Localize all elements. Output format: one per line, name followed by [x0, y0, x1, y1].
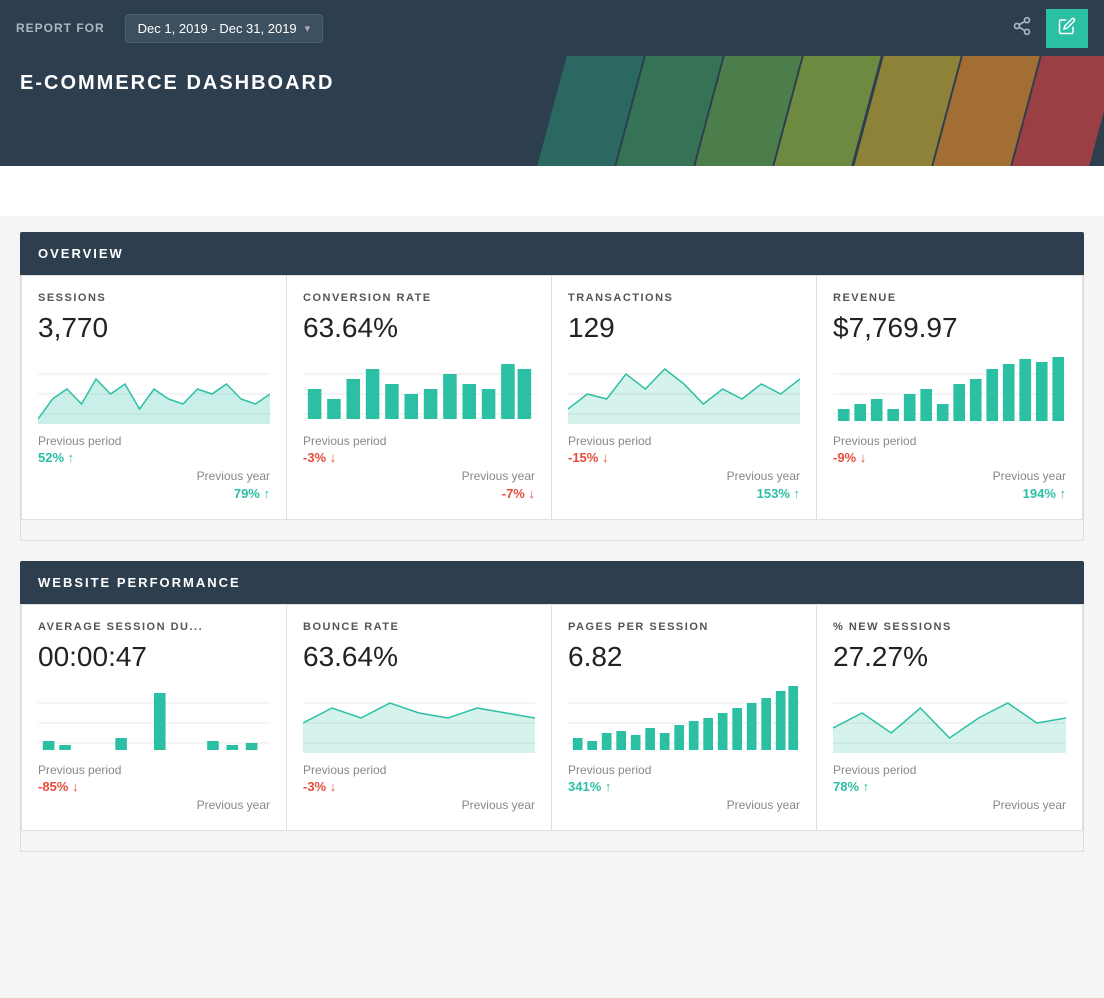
share-button[interactable]: [1006, 10, 1038, 47]
revenue-label: REVENUE: [833, 292, 1066, 304]
website-performance-cards-grid: AVERAGE SESSION DU... 00:00:47: [21, 604, 1083, 831]
sessions-prev-period-label: Previous period: [38, 434, 270, 448]
revenue-prev-year-row: Previous year 194%: [833, 467, 1066, 503]
transactions-prev-year-value: 153%: [757, 486, 800, 501]
transactions-prev-period-label: Previous period: [568, 434, 800, 448]
revenue-period-row: Previous period -9%: [833, 434, 1066, 465]
sessions-prev-year-label: Previous year: [197, 469, 270, 483]
sessions-label: SESSIONS: [38, 292, 270, 304]
avg-session-dur-value: 00:00:47: [38, 641, 270, 673]
transactions-prev-period-value: -15%: [568, 450, 800, 465]
bounce-rate-label: BOUNCE RATE: [303, 621, 535, 633]
pages-per-session-label: PAGES PER SESSION: [568, 621, 800, 633]
revenue-value: $7,769.97: [833, 312, 1066, 344]
avg-session-dur-prev-year-label: Previous year: [197, 798, 270, 812]
revenue-chart: [833, 354, 1066, 424]
bounce-rate-value: 63.64%: [303, 641, 535, 673]
sessions-prev-year-row: Previous year 79%: [38, 467, 270, 503]
transactions-period-row: Previous period -15%: [568, 434, 800, 465]
conversion-prev-year-row: Previous year -7%: [303, 467, 535, 503]
date-range-selector[interactable]: Dec 1, 2019 - Dec 31, 2019 ▾: [125, 14, 324, 43]
transactions-card: TRANSACTIONS 129 Previous period: [552, 276, 817, 519]
dashboard-main: OVERVIEW SESSIONS 3,770: [0, 232, 1104, 892]
conversion-prev-year-label: Previous year: [462, 469, 535, 483]
spacer: [0, 166, 1104, 216]
pages-per-session-prev-year-row: Previous year: [568, 796, 800, 814]
transactions-label: TRANSACTIONS: [568, 292, 800, 304]
overview-header: OVERVIEW: [20, 232, 1084, 275]
overview-cards-wrapper: SESSIONS 3,770 Previous period 5: [20, 275, 1084, 541]
conversion-prev-period-value: -3%: [303, 450, 535, 465]
bounce-rate-prev-year-label: Previous year: [462, 798, 535, 812]
report-for-label: REPORT FOR: [16, 21, 105, 35]
sessions-value: 3,770: [38, 312, 270, 344]
pages-per-session-prev-period-value: 341%: [568, 779, 800, 794]
new-sessions-prev-period-value: 78%: [833, 779, 1066, 794]
avg-session-dur-card: AVERAGE SESSION DU... 00:00:47: [22, 605, 287, 830]
conversion-rate-card: CONVERSION RATE 63.64%: [287, 276, 552, 519]
conversion-rate-chart: [303, 354, 535, 424]
avg-session-dur-prev-period-value: -85%: [38, 779, 270, 794]
bounce-rate-chart: [303, 683, 535, 753]
pages-per-session-period-row: Previous period 341%: [568, 763, 800, 794]
avg-session-dur-prev-year-row: Previous year: [38, 796, 270, 814]
new-sessions-period-row: Previous period 78%: [833, 763, 1066, 794]
new-sessions-prev-year-row: Previous year: [833, 796, 1066, 814]
conversion-prev-year-value: -7%: [502, 486, 535, 501]
bounce-rate-card: BOUNCE RATE 63.64% Previous period: [287, 605, 552, 830]
edit-button[interactable]: [1046, 9, 1088, 48]
bounce-rate-prev-year-row: Previous year: [303, 796, 535, 814]
revenue-prev-period-value: -9%: [833, 450, 1066, 465]
sessions-chart: [38, 354, 270, 424]
banner-stripes: [552, 56, 1104, 166]
chevron-down-icon: ▾: [305, 22, 311, 35]
avg-session-dur-prev-period-label: Previous period: [38, 763, 270, 777]
conversion-prev-period-label: Previous period: [303, 434, 535, 448]
bounce-rate-period-row: Previous period -3%: [303, 763, 535, 794]
top-bar: REPORT FOR Dec 1, 2019 - Dec 31, 2019 ▾: [0, 0, 1104, 56]
transactions-prev-year-row: Previous year 153%: [568, 467, 800, 503]
bounce-rate-prev-period-label: Previous period: [303, 763, 535, 777]
avg-session-dur-period-row: Previous period -85%: [38, 763, 270, 794]
overview-cards-grid: SESSIONS 3,770 Previous period 5: [21, 275, 1083, 520]
overview-section: OVERVIEW SESSIONS 3,770: [20, 232, 1084, 541]
revenue-card: REVENUE $7,769.97: [817, 276, 1082, 519]
revenue-prev-period-label: Previous period: [833, 434, 1066, 448]
pages-per-session-chart: [568, 683, 800, 753]
top-bar-actions: [1006, 9, 1088, 48]
transactions-prev-year-label: Previous year: [727, 469, 800, 483]
transactions-value: 129: [568, 312, 800, 344]
new-sessions-prev-period-label: Previous period: [833, 763, 1066, 777]
new-sessions-prev-year-label: Previous year: [993, 798, 1066, 812]
conversion-rate-label: CONVERSION RATE: [303, 292, 535, 304]
new-sessions-label: % NEW SESSIONS: [833, 621, 1066, 633]
share-icon: [1012, 16, 1032, 36]
date-range-text: Dec 1, 2019 - Dec 31, 2019: [138, 21, 297, 36]
conversion-rate-value: 63.64%: [303, 312, 535, 344]
transactions-chart: [568, 354, 800, 424]
conversion-period-row: Previous period -3%: [303, 434, 535, 465]
banner: E-COMMERCE DASHBOARD: [0, 56, 1104, 166]
website-performance-header: WEBSITE PERFORMANCE: [20, 561, 1084, 604]
sessions-prev-period-value: 52%: [38, 450, 270, 465]
new-sessions-chart: [833, 683, 1066, 753]
revenue-prev-year-label: Previous year: [993, 469, 1066, 483]
new-sessions-card: % NEW SESSIONS 27.27% Previous period: [817, 605, 1082, 830]
pages-per-session-value: 6.82: [568, 641, 800, 673]
sessions-period-row: Previous period 52%: [38, 434, 270, 465]
sessions-card: SESSIONS 3,770 Previous period 5: [22, 276, 287, 519]
pages-per-session-prev-period-label: Previous period: [568, 763, 800, 777]
pages-per-session-prev-year-label: Previous year: [727, 798, 800, 812]
pages-per-session-card: PAGES PER SESSION 6.82: [552, 605, 817, 830]
avg-session-dur-label: AVERAGE SESSION DU...: [38, 621, 270, 633]
website-performance-cards-wrapper: AVERAGE SESSION DU... 00:00:47: [20, 604, 1084, 852]
bounce-rate-prev-period-value: -3%: [303, 779, 535, 794]
new-sessions-value: 27.27%: [833, 641, 1066, 673]
edit-icon: [1058, 17, 1076, 35]
avg-session-dur-chart: [38, 683, 270, 753]
revenue-prev-year-value: 194%: [1023, 486, 1066, 501]
sessions-prev-year-value: 79%: [234, 486, 270, 501]
website-performance-section: WEBSITE PERFORMANCE AVERAGE SESSION DU..…: [20, 561, 1084, 852]
